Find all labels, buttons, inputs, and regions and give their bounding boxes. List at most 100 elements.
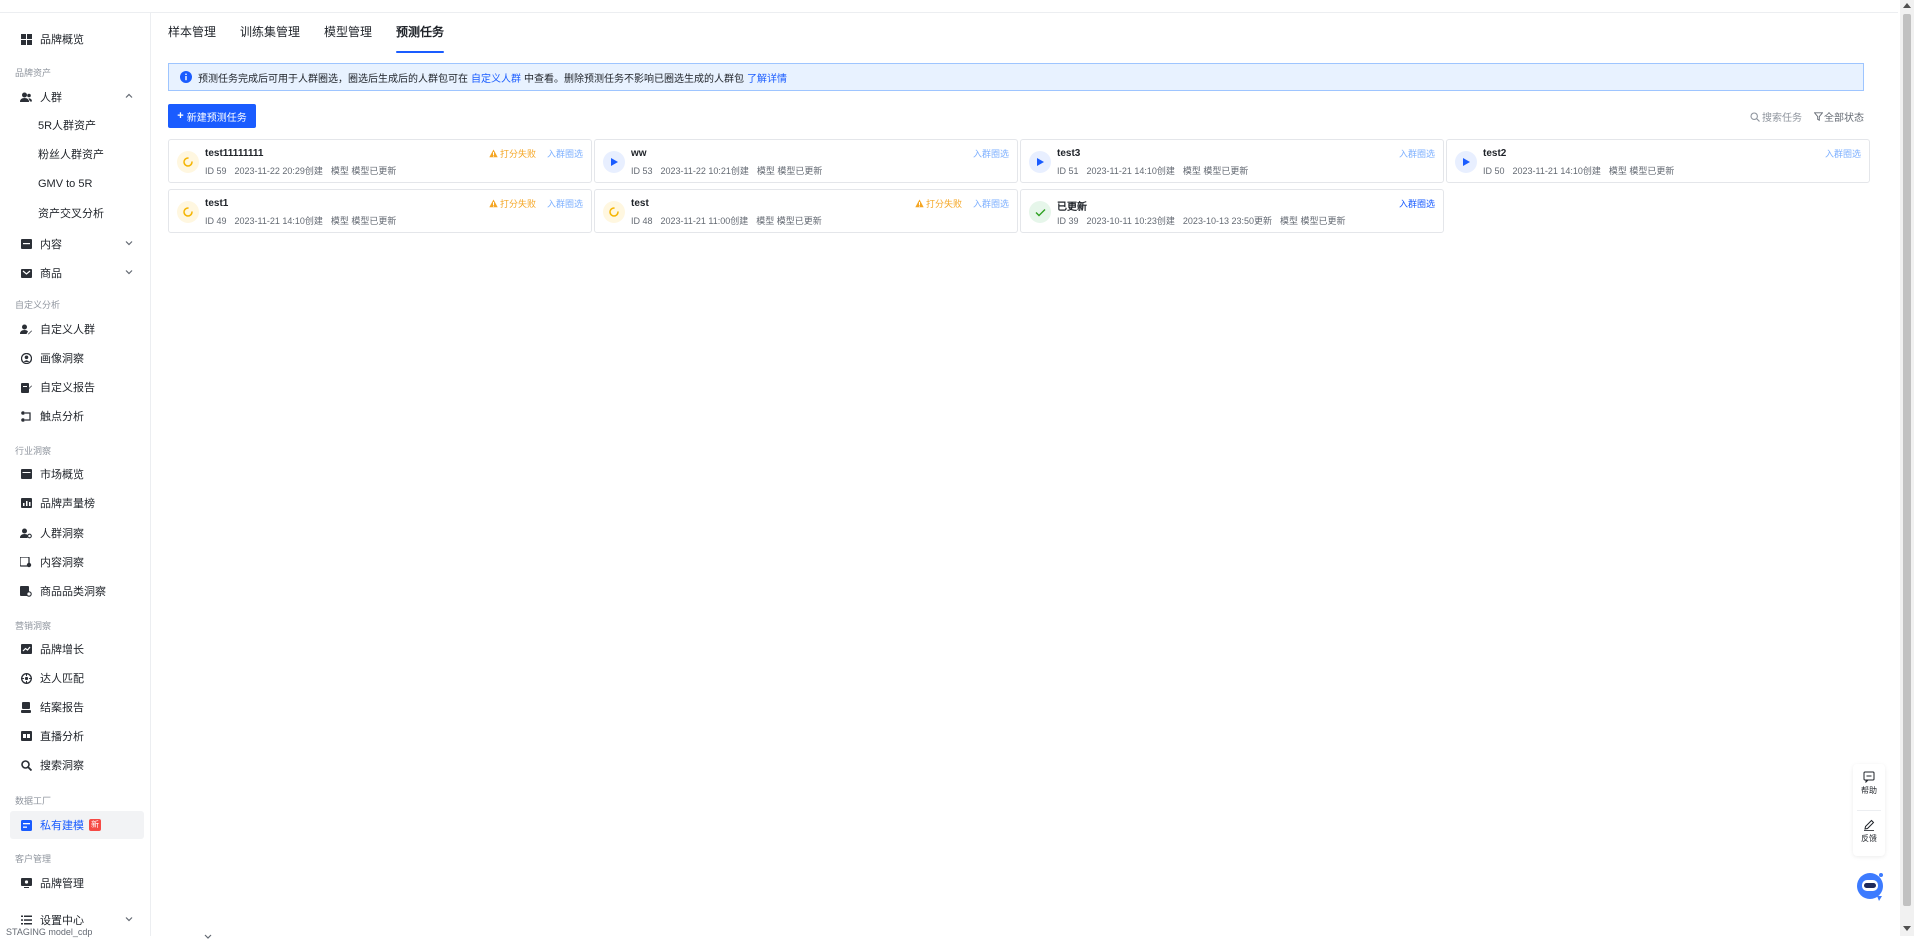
warning-text: 打分失败 [499,149,536,159]
sidebar-subitem-5r-assets[interactable]: 5R人群资产 [38,116,96,136]
crowd-select-link[interactable]: 入群圈选 [547,147,583,160]
sidebar-item-label: 结案报告 [40,702,84,714]
crowd-select-link[interactable]: 入群圈选 [1825,147,1861,160]
scroll-thumb[interactable] [1903,14,1911,906]
sidebar-item-brand-overview[interactable]: 品牌概览 [10,25,144,53]
help-label: 帮助 [1861,786,1877,795]
play-icon [1455,151,1477,173]
growth-icon [20,643,32,655]
task-model: 模型 模型已更新 [1279,216,1346,226]
sidebar-item-brand-volume[interactable]: 品牌声量榜 [10,489,144,517]
warning-icon [915,199,924,208]
sidebar-item-label: 直播分析 [40,731,84,743]
feedback-button[interactable]: 反馈 [1853,819,1885,844]
sidebar-group-label: 品牌资产 [15,68,52,78]
sidebar-item-touchpoint[interactable]: 触点分析 [10,402,144,430]
brand-manage-icon [20,877,32,889]
sidebar-group-label: 行业洞察 [15,446,52,456]
grid-icon [20,33,32,45]
task-meta: ID 50 2023-11-21 14:10创建 模型 模型已更新 [1483,164,1682,177]
page-scrollbar[interactable] [1900,0,1914,936]
sidebar-item-custom-crowd[interactable]: 自定义人群 [10,315,144,343]
sidebar-item-brand-management[interactable]: 品牌管理 [10,869,144,897]
task-card[interactable]: test3 ID 51 2023-11-21 14:10创建 模型 模型已更新 入群圈选 [1020,139,1444,183]
task-meta: ID 53 2023-11-22 10:21创建 模型 模型已更新 [631,164,830,177]
custom-crowd-link[interactable]: 自定义人群 [471,70,521,85]
sidebar-item-content-insight[interactable]: 内容洞察 [10,548,144,576]
sidebar-group-label: 自定义分析 [15,300,61,310]
sidebar-item-content[interactable]: 内容 [10,230,144,258]
task-card[interactable]: test ID 48 2023-11-21 11:00创建 模型 模型已更新 打分失败 入… [594,189,1018,233]
play-icon [603,151,625,173]
task-card[interactable]: test1 ID 49 2023-11-21 14:10创建 模型 模型已更新 打分失败… [168,189,592,233]
chevron-up-icon [124,91,134,101]
scroll-up-arrow[interactable] [1903,3,1911,8]
task-id: ID 51 [1057,166,1079,176]
task-id: ID 53 [631,166,653,176]
sidebar-item-crowd-insight[interactable]: 人群洞察 [10,519,144,547]
tab-model-management[interactable]: 模型管理 [324,13,372,53]
divider [1857,810,1881,811]
crowd-select-link[interactable]: 入群圈选 [973,147,1009,160]
chevron-down-icon [124,914,134,924]
crowd-select-link[interactable]: 入群圈选 [973,197,1009,210]
task-meta: ID 51 2023-11-21 14:10创建 模型 模型已更新 [1057,164,1256,177]
crowd-select-link[interactable]: 入群圈选 [1399,147,1435,160]
new-prediction-task-button[interactable]: + 新建预测任务 [168,104,256,128]
crowd-select-link[interactable]: 入群圈选 [547,197,583,210]
sidebar-item-label: 触点分析 [40,411,84,423]
learn-more-link[interactable]: 了解详情 [747,70,787,85]
sidebar-subitem-cross-analysis[interactable]: 资产交叉分析 [38,204,104,224]
help-button[interactable]: 帮助 [1853,771,1885,796]
task-model: 模型 模型已更新 [1182,166,1249,176]
info-icon [180,71,192,83]
sidebar-item-custom-report[interactable]: 自定义报告 [10,373,144,401]
task-name: test2 [1483,148,1507,159]
sidebar-subitem-fans-assets[interactable]: 粉丝人群资产 [38,145,104,165]
task-name: 已更新 [1057,202,1087,213]
help-icon [1863,771,1875,783]
sidebar-item-search-insight[interactable]: 搜索洞察 [10,751,144,779]
sidebar-item-brand-growth[interactable]: 品牌增长 [10,635,144,663]
sidebar-item-closing-report[interactable]: 结案报告 [10,693,144,721]
sidebar-item-portrait-insight[interactable]: 画像洞察 [10,344,144,372]
sidebar-item-kol-match[interactable]: 达人匹配 [10,664,144,692]
sidebar-item-label: 品牌声量榜 [40,498,95,510]
notice-text: 中查看。删除预测任务不影响已圈选生成的人群包 [524,73,744,85]
task-name: ww [631,148,647,159]
status-filter[interactable]: 全部状态 [1813,109,1864,124]
sidebar-item-category-insight[interactable]: 商品品类洞察 [10,577,144,605]
tab-training-set-management[interactable]: 训练集管理 [240,13,300,53]
crowd-insight-icon [20,527,32,539]
task-card[interactable]: test2 ID 50 2023-11-21 14:10创建 模型 模型已更新 入群圈选 [1446,139,1870,183]
sidebar-item-live-analysis[interactable]: 直播分析 [10,722,144,750]
sidebar-item-label: 品牌管理 [40,878,84,890]
task-card[interactable]: ww ID 53 2023-11-22 10:21创建 模型 模型已更新 入群圈选 [594,139,1018,183]
market-icon [20,468,32,480]
task-card[interactable]: test11111111 ID 59 2023-11-22 20:29创建 模型 模型… [168,139,592,183]
sidebar-item-market-overview[interactable]: 市场概览 [10,460,144,488]
model-icon [20,819,32,831]
live-icon [20,730,32,742]
sidebar-item-label: 画像洞察 [40,353,84,365]
sidebar-item-private-modeling[interactable]: 私有建模 新 [10,811,144,839]
volume-chart-icon [20,497,32,509]
assistant-bot-icon[interactable] [1853,868,1887,902]
sidebar-item-crowd[interactable]: 人群 [10,83,144,111]
content-insight-icon [20,556,32,568]
task-model: 模型 模型已更新 [330,166,397,176]
sidebar-item-label: 搜索洞察 [40,760,84,772]
goods-icon [20,267,32,279]
sidebar-item-label: 达人匹配 [40,673,84,685]
sidebar-subitem-gmv-to-5r[interactable]: GMV to 5R [38,174,92,194]
chevron-down-icon[interactable] [203,928,213,939]
sidebar-item-goods[interactable]: 商品 [10,259,144,287]
task-id: ID 48 [631,216,653,226]
scroll-down-arrow[interactable] [1903,926,1911,931]
tab-prediction-tasks[interactable]: 预测任务 [396,13,445,53]
tab-sample-management[interactable]: 样本管理 [168,13,216,53]
search-input[interactable]: 搜索任务 [1750,109,1802,124]
task-card[interactable]: 已更新 ID 39 2023-10-11 10:23创建 2023-10-13 23:… [1020,189,1444,233]
crowd-select-link[interactable]: 入群圈选 [1399,197,1435,210]
task-id: ID 59 [205,166,227,176]
